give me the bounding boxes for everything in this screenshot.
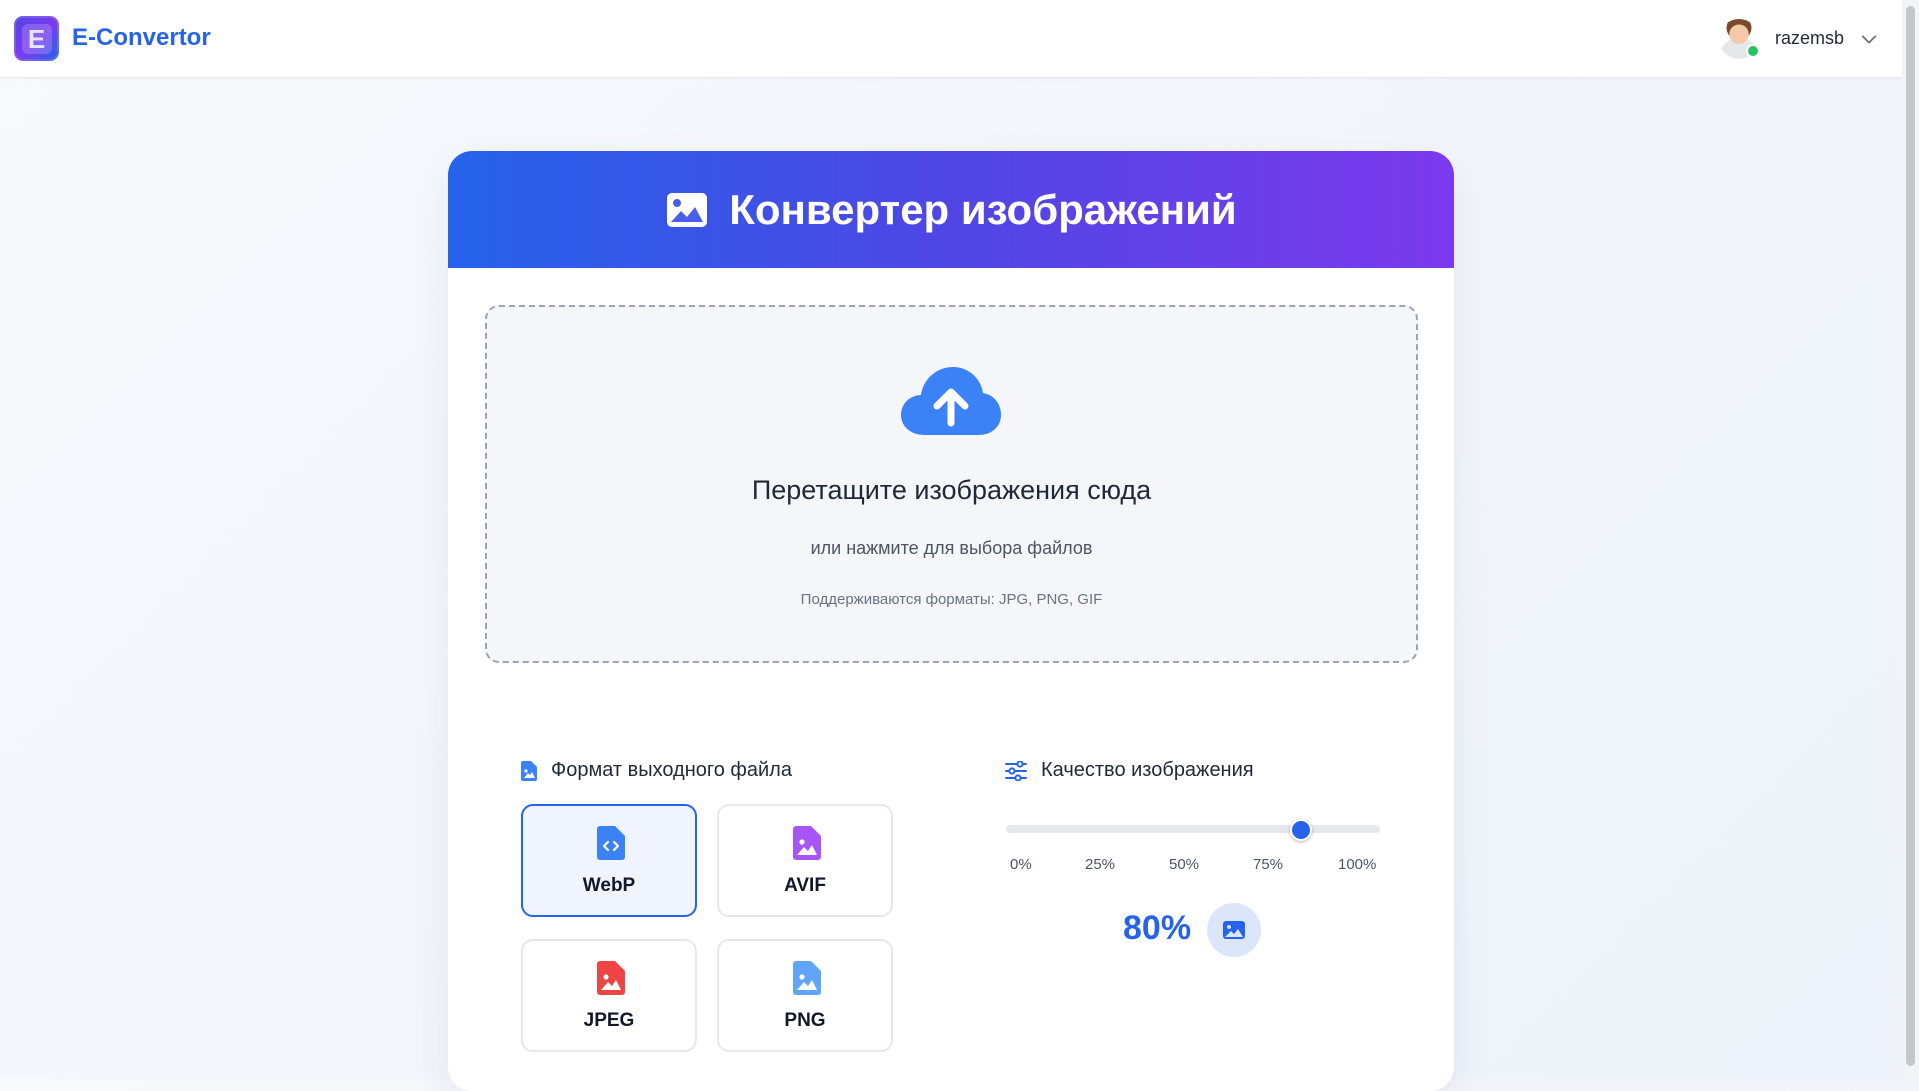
quality-slider-thumb[interactable] <box>1290 819 1312 841</box>
quality-preview-badge <box>1207 903 1261 957</box>
file-image-icon <box>597 961 625 995</box>
page-title: Конвертер изображений <box>729 185 1237 233</box>
format-option-avif[interactable]: AVIF <box>717 804 893 917</box>
quality-value: 80% <box>1123 909 1192 947</box>
top-navbar: E E-Convertor razemsb <box>0 0 1902 78</box>
image-icon <box>1223 921 1245 939</box>
slider-tick-label: 50% <box>1169 856 1200 873</box>
format-label: WebP <box>582 875 636 896</box>
username[interactable]: razemsb <box>1775 28 1844 49</box>
dropzone-subtitle: или нажмите для выбора файлов <box>810 538 1093 558</box>
format-option-webp[interactable]: WebP <box>521 804 697 917</box>
user-menu[interactable]: razemsb <box>1718 16 1878 61</box>
brand-name[interactable]: E-Convertor <box>72 24 211 52</box>
quality-section-label: Качество изображения <box>1041 759 1254 781</box>
slider-tick-label: 75% <box>1253 856 1284 873</box>
scrollbar-thumb[interactable] <box>1906 6 1915 1066</box>
slider-tick-label: 100% <box>1338 856 1377 873</box>
quality-section-title: Качество изображения <box>1005 759 1254 782</box>
file-image-icon <box>793 826 821 860</box>
format-section-label: Формат выходного файла <box>551 759 792 781</box>
quality-slider-track[interactable] <box>1006 825 1380 833</box>
slider-tick-label: 25% <box>1085 856 1116 873</box>
app-logo[interactable]: E <box>14 16 59 61</box>
logo-letter: E <box>21 23 52 54</box>
format-label: AVIF <box>784 875 826 896</box>
chevron-down-icon[interactable] <box>1860 30 1878 48</box>
slider-tick-label: 0% <box>1010 856 1032 873</box>
upload-dropzone[interactable]: Перетащите изображения сюда или нажмите … <box>485 305 1418 663</box>
user-avatar[interactable] <box>1718 18 1760 59</box>
file-code-icon <box>597 826 625 860</box>
image-icon <box>667 192 708 227</box>
page-scrollbar[interactable] <box>1902 0 1919 1079</box>
file-image-icon <box>793 961 821 995</box>
format-section-title: Формат выходного файла <box>521 759 792 782</box>
online-status-dot <box>1745 43 1760 58</box>
format-label: JPEG <box>583 1010 635 1031</box>
format-option-jpeg[interactable]: JPEG <box>521 939 697 1052</box>
sliders-icon <box>1005 760 1027 781</box>
cloud-upload-icon <box>901 367 1001 435</box>
dropzone-formats: Поддерживаются форматы: JPG, PNG, GIF <box>800 591 1103 608</box>
format-label: PNG <box>784 1010 826 1031</box>
format-option-png[interactable]: PNG <box>717 939 893 1052</box>
dropzone-title: Перетащите изображения сюда <box>751 475 1152 505</box>
file-image-icon <box>521 760 537 781</box>
card-header: Конвертер изображений <box>448 151 1454 268</box>
